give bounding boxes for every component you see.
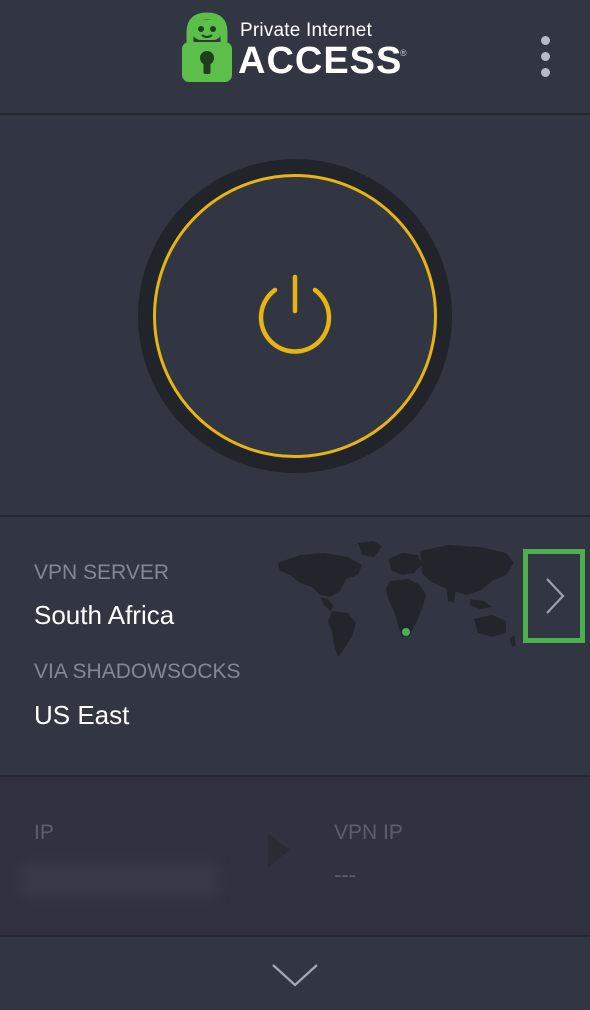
menu-dot xyxy=(541,52,550,61)
power-button-ring xyxy=(138,159,452,473)
region-chevron-button[interactable] xyxy=(523,549,585,643)
header: Private Internet ACCESS ® xyxy=(0,0,590,115)
shadowsocks-value: US East xyxy=(34,700,130,730)
logo-text-big: ACCESS xyxy=(238,40,403,82)
pia-window: Private Internet ACCESS ® VPN SERVER Sou… xyxy=(0,0,590,1010)
menu-dot xyxy=(541,36,550,45)
pia-logo: Private Internet ACCESS ® xyxy=(178,12,418,87)
expand-button[interactable] xyxy=(264,955,326,995)
menu-dot xyxy=(541,68,550,77)
ip-section: IP VPN IP --- xyxy=(0,777,590,937)
vpn-ip-value: --- xyxy=(334,862,356,887)
logo-text-small: Private Internet xyxy=(240,20,373,41)
footer xyxy=(0,937,590,1010)
region-section: VPN SERVER South Africa VIA SHADOWSOCKS … xyxy=(0,517,590,777)
vpn-server-selector[interactable] xyxy=(0,517,520,657)
vpn-server-value: South Africa xyxy=(34,600,175,630)
vpn-server-label: VPN SERVER xyxy=(34,561,169,584)
power-icon xyxy=(258,274,332,354)
chevron-right-icon xyxy=(546,578,565,614)
logo-registered-mark: ® xyxy=(400,48,407,58)
vpn-ip-label: VPN IP xyxy=(334,821,403,844)
ip-label: IP xyxy=(34,821,54,844)
ip-value-redacted xyxy=(22,863,217,897)
power-section xyxy=(0,115,590,517)
connect-power-button[interactable] xyxy=(153,174,437,458)
lock-robot-icon xyxy=(182,12,232,82)
more-vertical-icon[interactable] xyxy=(526,30,566,82)
arrow-right-icon xyxy=(268,833,290,867)
chevron-down-icon xyxy=(272,964,318,987)
shadowsocks-label: VIA SHADOWSOCKS xyxy=(34,660,241,683)
